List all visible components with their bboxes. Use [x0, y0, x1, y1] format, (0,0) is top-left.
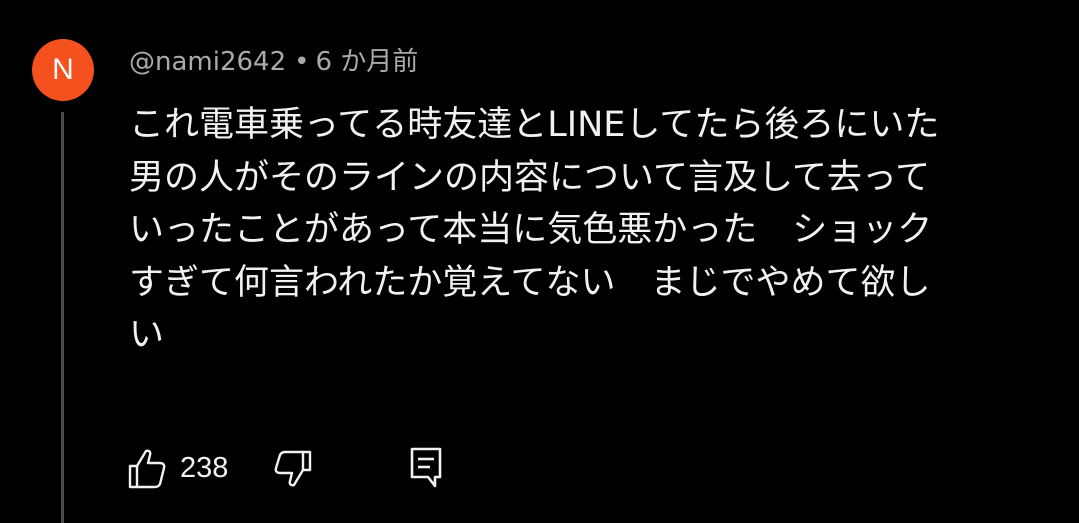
thumbs-down-icon: [274, 450, 312, 487]
meta-separator: •: [294, 47, 310, 77]
comment-meta: @nami2642 • 6 か月前: [129, 42, 418, 82]
comment-text-line: 男の人がそのラインの内容について言及して去って: [129, 157, 931, 198]
comment-time: 6 か月前: [315, 47, 419, 77]
comment-text-line: い: [129, 315, 165, 355]
dislike-button[interactable]: [273, 446, 313, 490]
avatar-letter: N: [52, 53, 74, 86]
thread-line: [61, 112, 64, 523]
like-button[interactable]: [127, 446, 167, 490]
thumbs-up-icon: [128, 449, 166, 489]
author-name[interactable]: @nami2642: [129, 47, 286, 77]
comment-text-line: これ電車乗ってる時友達とLINEしてたら後ろにいた: [129, 105, 940, 145]
comment-text: これ電車乗ってる時友達とLINEしてたら後ろにいた 男の人がそのラインの内容につ…: [129, 99, 989, 362]
like-count: 238: [180, 452, 229, 484]
comment-text-line: すぎて何言われたか覚えてない まじでやめて欲し: [129, 262, 931, 303]
avatar[interactable]: N: [32, 39, 94, 101]
reply-comment-icon: [410, 447, 442, 488]
comment: N @nami2642 • 6 か月前 これ電車乗ってる時友達とLINEしてたら後ろ…: [0, 0, 1079, 523]
comment-text-line: いったことがあって本当に気色悪かった ショック: [129, 210, 933, 250]
reply-button[interactable]: [408, 446, 444, 490]
